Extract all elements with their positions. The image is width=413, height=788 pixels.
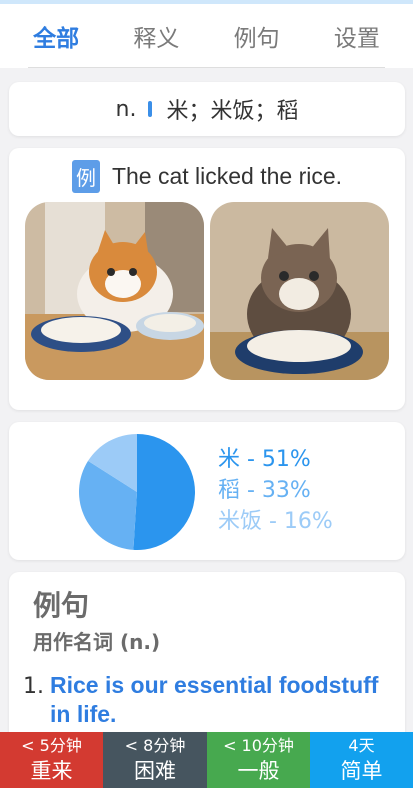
legend-item-paddy: 稻 - 33%	[218, 478, 311, 503]
hard-interval: < 8分钟	[124, 736, 186, 755]
tab-bar: 全部 释义 例句 设置	[0, 4, 413, 68]
hard-label: 困难	[134, 759, 176, 783]
section-subtitle: 用作名词 (n.)	[33, 630, 161, 654]
sentence-english[interactable]: Rice is our essential foodstuff in life.	[50, 671, 380, 729]
review-button-bar: < 5分钟 重来 < 8分钟 困难 < 10分钟 一般 4天 简单	[0, 732, 413, 788]
definition-text: 米；米饭；稻	[166, 99, 299, 124]
section-title: 例句	[33, 589, 90, 622]
tab-divider	[28, 67, 385, 68]
cat-rice-image-right	[210, 202, 389, 380]
legend-item-rice: 米 - 51%	[218, 447, 311, 472]
easy-label: 简单	[340, 759, 383, 783]
legend-item-cooked-rice: 米饭 - 16%	[218, 509, 333, 534]
easy-interval: 4天	[348, 736, 375, 755]
tab-settings[interactable]: 设置	[324, 13, 390, 59]
usage-chart-card: 米 - 51% 稻 - 33% 米饭 - 16%	[9, 422, 405, 560]
good-button[interactable]: < 10分钟 一般	[207, 732, 310, 788]
easy-button[interactable]: 4天 简单	[310, 732, 413, 788]
again-label: 重来	[30, 759, 73, 783]
good-label: 一般	[237, 759, 280, 783]
tab-examples[interactable]: 例句	[224, 13, 290, 59]
definition-card: n. 米；米饭；稻	[9, 82, 405, 136]
pie-slice-rice	[133, 434, 195, 550]
example-line: 例 The cat licked the rice.	[9, 160, 405, 193]
example-sentence: The cat licked the rice.	[111, 163, 343, 189]
again-interval: < 5分钟	[21, 736, 82, 755]
tab-definitions[interactable]: 释义	[123, 13, 189, 59]
chart-legend: 米 - 51% 稻 - 33% 米饭 - 16%	[218, 444, 333, 537]
example-badge: 例	[71, 160, 100, 193]
sentence-number: 1.	[23, 674, 44, 699]
separator-bar	[148, 101, 153, 117]
usage-pie-chart	[78, 434, 195, 550]
again-button[interactable]: < 5分钟 重来	[0, 732, 103, 788]
example-card: 例 The cat licked the rice.	[9, 148, 405, 410]
tab-all[interactable]: 全部	[23, 13, 89, 59]
hard-button[interactable]: < 8分钟 困难	[103, 732, 207, 788]
good-interval: < 10分钟	[223, 736, 294, 755]
cat-rice-image-left	[25, 202, 204, 380]
part-of-speech: n.	[115, 96, 137, 122]
